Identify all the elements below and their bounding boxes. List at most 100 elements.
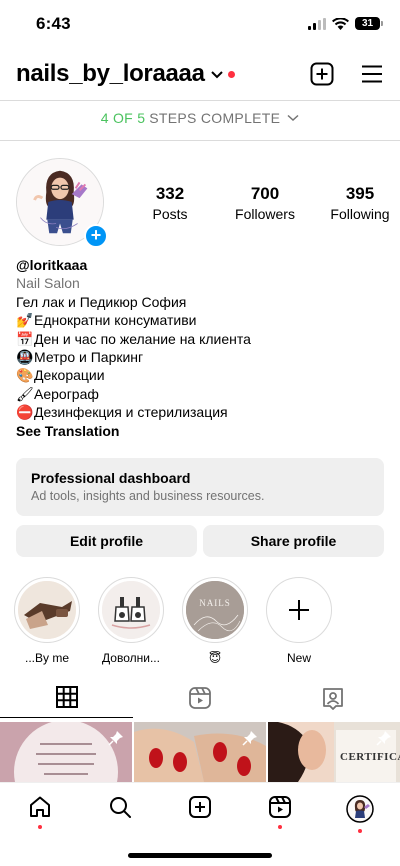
threads-handle[interactable]: @loritkaaa <box>16 256 386 274</box>
plus-icon <box>289 600 309 620</box>
account-switcher[interactable]: nails_by_loraaaa <box>16 60 235 88</box>
dashboard-subtitle: Ad tools, insights and business resource… <box>31 489 265 503</box>
bio-text: Аерограф <box>34 385 99 402</box>
brush-icon: 🖌 <box>16 385 34 402</box>
highlight-label: Доволни... <box>102 651 160 665</box>
stat-number: 700 <box>250 184 280 203</box>
nails-cover-text: NAILS <box>199 598 231 608</box>
pin-icon <box>242 731 257 746</box>
nail-polish-bottles-image <box>102 581 160 639</box>
chevron-down-icon <box>210 71 223 79</box>
bio-line: 🖌Аерограф <box>16 385 386 403</box>
profile-bio: @loritkaaa Nail Salon Гел лак и Педикюр … <box>16 256 386 440</box>
edit-profile-button[interactable]: Edit profile <box>16 525 197 557</box>
home-indicator <box>128 853 272 858</box>
nav-reels[interactable] <box>260 795 300 833</box>
steps-progress[interactable]: 4 OF 5 STEPS COMPLETE <box>0 110 400 126</box>
bio-text: Ден и час по желание на клиента <box>34 330 251 347</box>
menu-icon[interactable] <box>360 62 384 86</box>
new-post-icon[interactable] <box>310 62 334 86</box>
share-profile-button[interactable]: Share profile <box>203 525 384 557</box>
highlight-label: New <box>286 651 311 665</box>
nav-create[interactable] <box>180 795 220 833</box>
tab-reels[interactable] <box>133 686 266 720</box>
battery-indicator: 31 <box>355 17 383 30</box>
username: nails_by_loraaaa <box>16 60 205 87</box>
nail-polish-icon: 💅 <box>16 312 34 329</box>
tab-posts-grid[interactable] <box>0 686 133 720</box>
highlight-cover: NAILS <box>186 581 244 639</box>
pin-icon <box>108 731 123 746</box>
highlight-ring <box>98 577 164 643</box>
highlight-ring <box>14 577 80 643</box>
status-icons: 31 <box>308 17 383 30</box>
bio-text: Гел лак и Педикюр София <box>16 293 187 310</box>
stat-followers[interactable]: 700 Followers <box>235 184 295 222</box>
bio-line: 🎨Декорации <box>16 366 386 384</box>
profile-avatar-icon <box>346 795 374 823</box>
steps-done: 4 OF 5 <box>100 110 146 126</box>
profile-avatar[interactable]: + <box>16 158 108 248</box>
stat-number: 395 <box>345 184 375 203</box>
highlight-cover <box>18 581 76 639</box>
steps-divider <box>0 140 400 141</box>
no-entry-icon: ⛔ <box>16 404 34 421</box>
stat-label: Posts <box>152 206 188 222</box>
highlight-label: 😇 <box>208 651 222 665</box>
category-label: Nail Salon <box>16 275 80 292</box>
grid-post[interactable]: CERTIFICA <box>268 722 400 782</box>
bio-line: 📅Ден и час по желание на клиента <box>16 330 386 348</box>
grid-post[interactable] <box>134 722 266 782</box>
story-highlights: ...By me Доволни... NAILS 😇 New <box>14 577 332 665</box>
notification-dot <box>227 70 235 78</box>
pin-icon <box>376 731 391 746</box>
tagged-icon <box>323 688 344 710</box>
bio-line: ⛔Дезинфекция и стерилизация <box>16 403 386 421</box>
see-translation-link[interactable]: See Translation <box>16 422 386 440</box>
tab-tagged[interactable] <box>267 686 400 720</box>
bio-text: Декорации <box>34 367 105 384</box>
stat-posts[interactable]: 332 Posts <box>140 184 200 222</box>
create-icon <box>189 796 211 818</box>
notification-dot <box>38 825 42 829</box>
nav-profile[interactable] <box>340 795 380 833</box>
bio-text: Еднократни консумативи <box>34 312 197 329</box>
wifi-icon <box>332 17 349 30</box>
active-tab-indicator <box>0 717 133 718</box>
add-story-badge[interactable]: + <box>84 224 108 248</box>
highlight-item[interactable]: NAILS 😇 <box>182 577 248 665</box>
highlight-cover <box>102 581 160 639</box>
bio-text: Дезинфекция и стерилизация <box>34 404 228 421</box>
metro-icon: 🚇 <box>16 349 34 366</box>
nails-text-image: NAILS <box>186 581 244 639</box>
cellular-icon <box>308 17 326 30</box>
calendar-icon: 📅 <box>16 330 34 347</box>
nav-home[interactable] <box>20 795 60 833</box>
certificate-text: CERTIFICA <box>340 751 400 763</box>
grid-post[interactable] <box>0 722 132 782</box>
reels-icon <box>189 687 211 709</box>
reels-nav-icon <box>269 796 291 818</box>
highlight-item[interactable]: Доволни... <box>98 577 164 665</box>
dashboard-title: Professional dashboard <box>31 470 191 486</box>
highlight-label: ...By me <box>24 651 69 665</box>
stat-following[interactable]: 395 Following <box>330 184 390 222</box>
posts-grid: CERTIFICA <box>0 722 400 782</box>
bio-text: Метро и Паркинг <box>34 349 144 366</box>
bio-line: Гел лак и Педикюр София <box>16 293 386 311</box>
status-bar: 6:43 31 <box>0 0 400 50</box>
highlight-ring <box>266 577 332 643</box>
search-icon <box>110 797 131 818</box>
nav-search[interactable] <box>100 795 140 833</box>
stat-number: 332 <box>155 184 185 203</box>
header-divider <box>0 100 400 101</box>
content-tabs <box>0 686 400 720</box>
new-highlight-button[interactable]: New <box>266 577 332 665</box>
notification-dot <box>278 825 282 829</box>
professional-dashboard[interactable]: Professional dashboard Ad tools, insight… <box>16 458 384 516</box>
bio-line: 💅Еднократни консумативи <box>16 311 386 329</box>
chevron-down-icon <box>287 114 299 122</box>
home-icon <box>30 796 50 817</box>
highlight-item[interactable]: ...By me <box>14 577 80 665</box>
notification-dot <box>358 829 362 833</box>
